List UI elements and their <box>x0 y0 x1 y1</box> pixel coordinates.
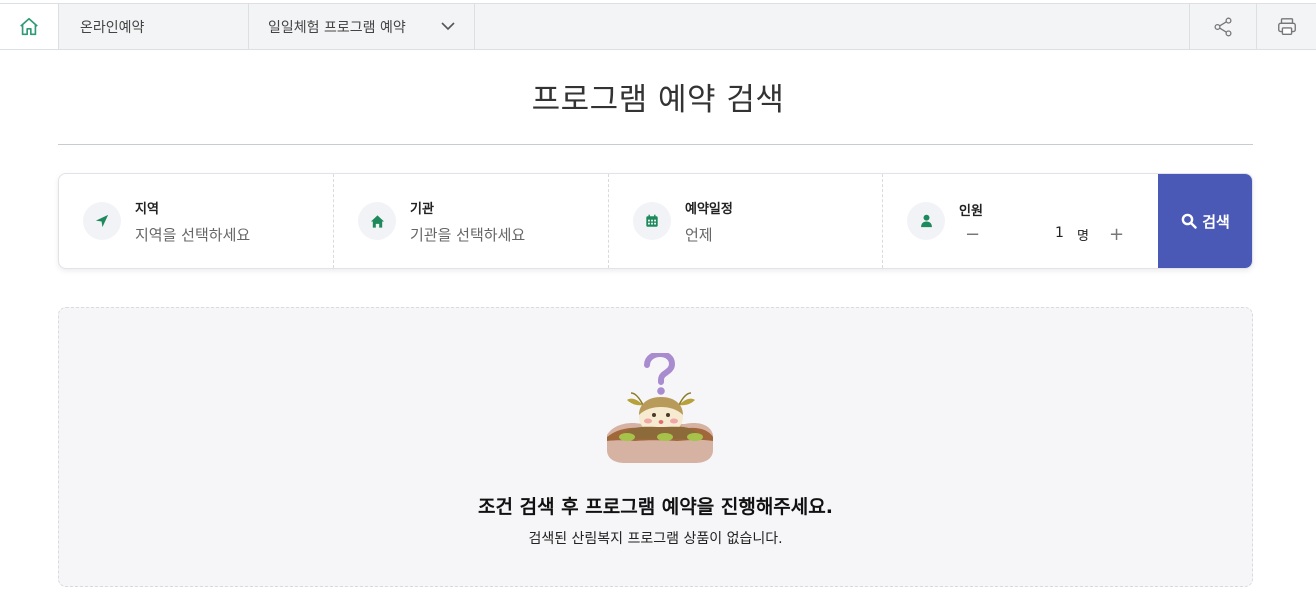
search-icon <box>1181 213 1197 229</box>
people-unit: 명 <box>1077 229 1089 244</box>
people-count: 1 <box>1055 225 1064 241</box>
schedule-label: 예약일정 <box>685 202 733 217</box>
breadcrumb-online-reservation[interactable]: 온라인예약 <box>59 4 249 49</box>
calendar-icon <box>646 214 658 227</box>
organization-icon-wrap <box>358 202 396 240</box>
print-icon <box>1277 17 1296 35</box>
empty-result-submessage: 검색된 산림복지 프로그램 상품이 없습니다. <box>528 531 783 547</box>
schedule-select[interactable]: 언제 <box>685 224 713 245</box>
location-arrow-icon <box>95 214 109 228</box>
empty-result-message: 조건 검색 후 프로그램 예약을 진행해주세요. <box>478 496 833 518</box>
print-button[interactable] <box>1256 4 1316 49</box>
organization-label: 기관 <box>410 202 434 217</box>
page-title: 프로그램 예약 검색 <box>531 82 785 118</box>
schedule-field[interactable]: 예약일정 언제 <box>609 174 883 268</box>
people-label: 인원 <box>959 204 983 219</box>
breadcrumb-program-dropdown[interactable]: 일일체험 프로그램 예약 <box>249 4 475 49</box>
chevron-down-icon <box>441 22 455 31</box>
people-icon-wrap <box>907 202 945 240</box>
home-icon <box>370 214 384 228</box>
region-label: 지역 <box>135 202 159 217</box>
empty-result-panel: 조건 검색 후 프로그램 예약을 진행해주세요. 검색된 산림복지 프로그램 상… <box>58 307 1253 587</box>
share-button[interactable] <box>1189 4 1256 49</box>
schedule-icon-wrap <box>633 202 671 240</box>
search-button-label: 검색 <box>1202 212 1230 231</box>
mascot-illustration <box>607 353 713 463</box>
organization-field[interactable]: 기관 기관을 선택하세요 <box>334 174 609 268</box>
home-icon <box>20 17 38 35</box>
search-panel: 지역 지역을 선택하세요 기관 기관을 선택하세요 예약일정 언제 인원 − 1… <box>58 173 1253 269</box>
top-nav-bar: 온라인예약 일일체험 프로그램 예약 <box>0 3 1316 50</box>
title-divider <box>58 144 1253 145</box>
share-icon <box>1214 17 1232 36</box>
region-field[interactable]: 지역 지역을 선택하세요 <box>59 174 334 268</box>
search-button[interactable]: 검색 <box>1158 174 1252 268</box>
person-icon <box>920 214 932 228</box>
increase-people-button[interactable]: + <box>1109 224 1124 245</box>
organization-select[interactable]: 기관을 선택하세요 <box>410 224 525 245</box>
decrease-people-button[interactable]: − <box>965 224 980 245</box>
breadcrumb-program-label: 일일체험 프로그램 예약 <box>268 19 406 36</box>
region-icon-wrap <box>83 202 121 240</box>
region-select[interactable]: 지역을 선택하세요 <box>135 224 250 245</box>
people-field: 인원 − 1 명 + <box>883 174 1159 268</box>
home-button[interactable] <box>0 4 59 49</box>
